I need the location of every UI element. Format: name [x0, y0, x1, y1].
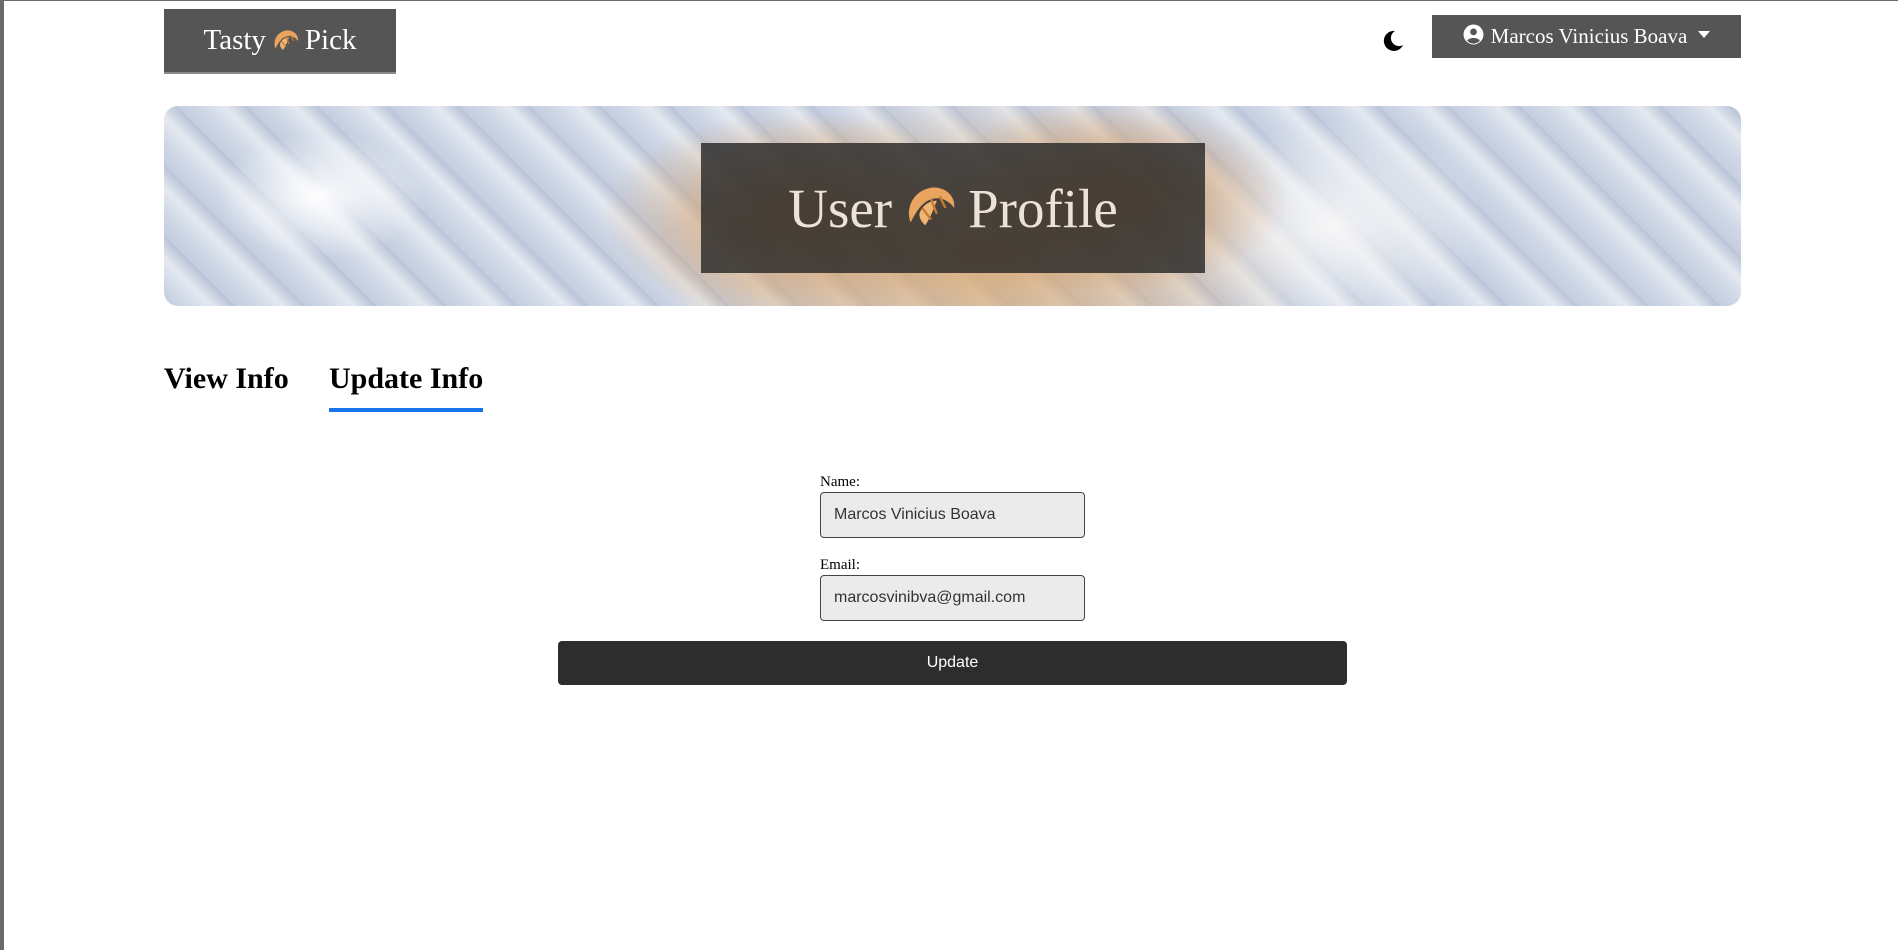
name-input[interactable]	[820, 492, 1085, 538]
tab-update-info[interactable]: Update Info	[329, 362, 484, 412]
email-input[interactable]	[820, 575, 1085, 621]
hero-banner: User Profile	[164, 106, 1741, 306]
croissant-icon	[274, 29, 298, 50]
user-circle-icon	[1463, 24, 1484, 45]
name-label: Name:	[820, 474, 860, 490]
brand-text-right: Pick	[304, 24, 357, 56]
email-label: Email:	[820, 557, 860, 573]
brand-text-left: Tasty	[203, 24, 266, 56]
brand-logo[interactable]: Tasty Pick	[164, 9, 396, 74]
user-name: Marcos Vinicius Boava	[1490, 24, 1688, 48]
page-title: User Profile	[701, 143, 1205, 273]
user-menu-button[interactable]: Marcos Vinicius Boava	[1432, 15, 1741, 58]
croissant-icon	[908, 187, 955, 226]
tab-view-info[interactable]: View Info	[164, 362, 289, 410]
page-title-left: User	[788, 177, 893, 239]
update-button[interactable]: Update	[558, 641, 1347, 685]
moon-icon	[1383, 30, 1403, 51]
caret-down-icon	[1698, 30, 1711, 38]
theme-toggle-button[interactable]	[1378, 26, 1408, 56]
page-title-right: Profile	[968, 177, 1118, 239]
